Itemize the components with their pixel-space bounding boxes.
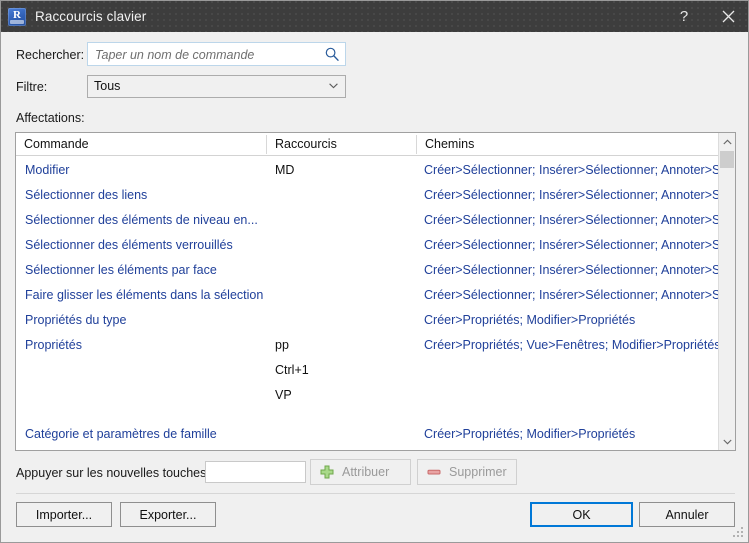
table-row[interactable]: Propriétés du type Créer>Propriétés; Modi…: [16, 313, 720, 338]
cell-path: Créer>Sélectionner; Insérer>Sélectionner…: [424, 288, 720, 302]
chevron-down-icon: [329, 83, 338, 89]
cell-path: Créer>Sélectionner; Insérer>Sélectionner…: [424, 213, 720, 227]
close-icon: [722, 10, 734, 23]
search-label: Rechercher:: [16, 48, 85, 62]
cell-path: Créer>Sélectionner; Insérer>Sélectionner…: [424, 263, 720, 277]
new-keys-label: Appuyer sur les nouvelles touches:: [16, 466, 210, 480]
column-header-shortcut[interactable]: Raccourcis: [267, 133, 416, 155]
table-row[interactable]: Propriétés pp Ctrl+1 VP Créer>Propriétés; Vu…: [16, 338, 720, 413]
title-bar[interactable]: R Raccourcis clavier ?: [1, 1, 748, 32]
assignments-label: Affectations:: [16, 111, 85, 125]
table-row[interactable]: Modifier MD Créer>Sélectionner; Insérer>Sé…: [16, 163, 720, 188]
remove-button[interactable]: Supprimer: [417, 459, 517, 485]
assign-button[interactable]: Attribuer: [310, 459, 411, 485]
cell-command: Faire glisser les éléments dans la sélec…: [25, 288, 264, 302]
cell-command: Modifier: [25, 163, 70, 177]
help-button[interactable]: ?: [662, 1, 706, 32]
import-button[interactable]: Importer...: [16, 502, 112, 527]
assign-button-label: Attribuer: [342, 465, 390, 479]
table-row[interactable]: Sélectionner des liens Créer>Sélectionner…: [16, 188, 720, 213]
scroll-up-arrow[interactable]: [719, 133, 735, 150]
scroll-track[interactable]: [719, 150, 735, 433]
minus-icon: [427, 469, 441, 475]
cell-path: Créer>Sélectionner; Insérer>Sélectionner…: [424, 188, 720, 202]
cell-shortcut: MD: [275, 163, 295, 177]
cell-path: Créer>Propriétés; Vue>Fenêtres; Modifier…: [424, 338, 720, 352]
cell-command: Sélectionner des liens: [25, 188, 148, 202]
column-header-command[interactable]: Commande: [16, 133, 266, 155]
new-keys-input[interactable]: [205, 461, 306, 483]
table-row[interactable]: Faire glisser les éléments dans la sélec…: [16, 288, 720, 313]
filter-label: Filtre:: [16, 80, 48, 94]
cell-command: Propriétés: [25, 338, 82, 352]
cell-command: Propriétés du type: [25, 313, 127, 327]
cell-path: Créer>Sélectionner; Insérer>Sélectionner…: [424, 163, 720, 177]
search-field-wrapper[interactable]: [87, 42, 346, 67]
resize-grip: [733, 527, 745, 539]
remove-button-label: Supprimer: [449, 465, 507, 479]
grid-header-row: Commande Raccourcis Chemins: [16, 133, 735, 156]
chevron-down-icon: [722, 439, 732, 444]
plus-icon: [320, 465, 334, 479]
footer-divider: [16, 493, 735, 494]
ok-button[interactable]: OK: [530, 502, 633, 527]
grid-body: Modifier MD Créer>Sélectionner; Insérer>Sé…: [16, 156, 720, 450]
table-row[interactable]: Sélectionner des éléments de niveau en..…: [16, 213, 720, 238]
cell-command: Sélectionner des éléments verrouillés: [25, 238, 233, 252]
table-row[interactable]: Catégorie et paramètres de famille Créer>…: [16, 427, 720, 450]
cell-shortcut: pp: [275, 338, 289, 352]
filter-selected-value: Tous: [94, 79, 121, 93]
column-header-path[interactable]: Chemins: [417, 133, 719, 155]
close-button[interactable]: [706, 1, 748, 32]
cell-path: Créer>Propriétés; Modifier>Propriétés: [424, 313, 636, 327]
grid-vertical-scrollbar[interactable]: [718, 133, 735, 450]
filter-select[interactable]: Tous: [87, 75, 346, 98]
scroll-thumb[interactable]: [720, 151, 734, 168]
scroll-down-arrow[interactable]: [719, 433, 735, 450]
cell-shortcut: VP: [275, 388, 292, 402]
cell-path: Créer>Sélectionner; Insérer>Sélectionner…: [424, 238, 720, 252]
cell-path: Créer>Propriétés; Modifier>Propriétés: [424, 427, 636, 441]
cell-shortcut: Ctrl+1: [275, 363, 309, 377]
table-row[interactable]: Sélectionner des éléments verrouillés Cré…: [16, 238, 720, 263]
search-icon[interactable]: [324, 46, 340, 62]
help-icon: ?: [679, 8, 689, 25]
cell-command: Catégorie et paramètres de famille: [25, 427, 217, 441]
keyboard-shortcuts-dialog: R Raccourcis clavier ? Rechercher: Filtr…: [0, 0, 749, 543]
cancel-button[interactable]: Annuler: [639, 502, 735, 527]
search-input[interactable]: [93, 43, 325, 67]
chevron-up-icon: [722, 139, 732, 144]
table-row[interactable]: Sélectionner les éléments par face Créer>…: [16, 263, 720, 288]
assignments-grid: Commande Raccourcis Chemins Modifier MD Cr…: [15, 132, 736, 451]
cell-command: Sélectionner des éléments de niveau en..…: [25, 213, 258, 227]
export-button[interactable]: Exporter...: [120, 502, 216, 527]
window-title: Raccourcis clavier: [35, 9, 147, 24]
revit-r-icon: R: [8, 7, 26, 26]
cell-command: Sélectionner les éléments par face: [25, 263, 217, 277]
